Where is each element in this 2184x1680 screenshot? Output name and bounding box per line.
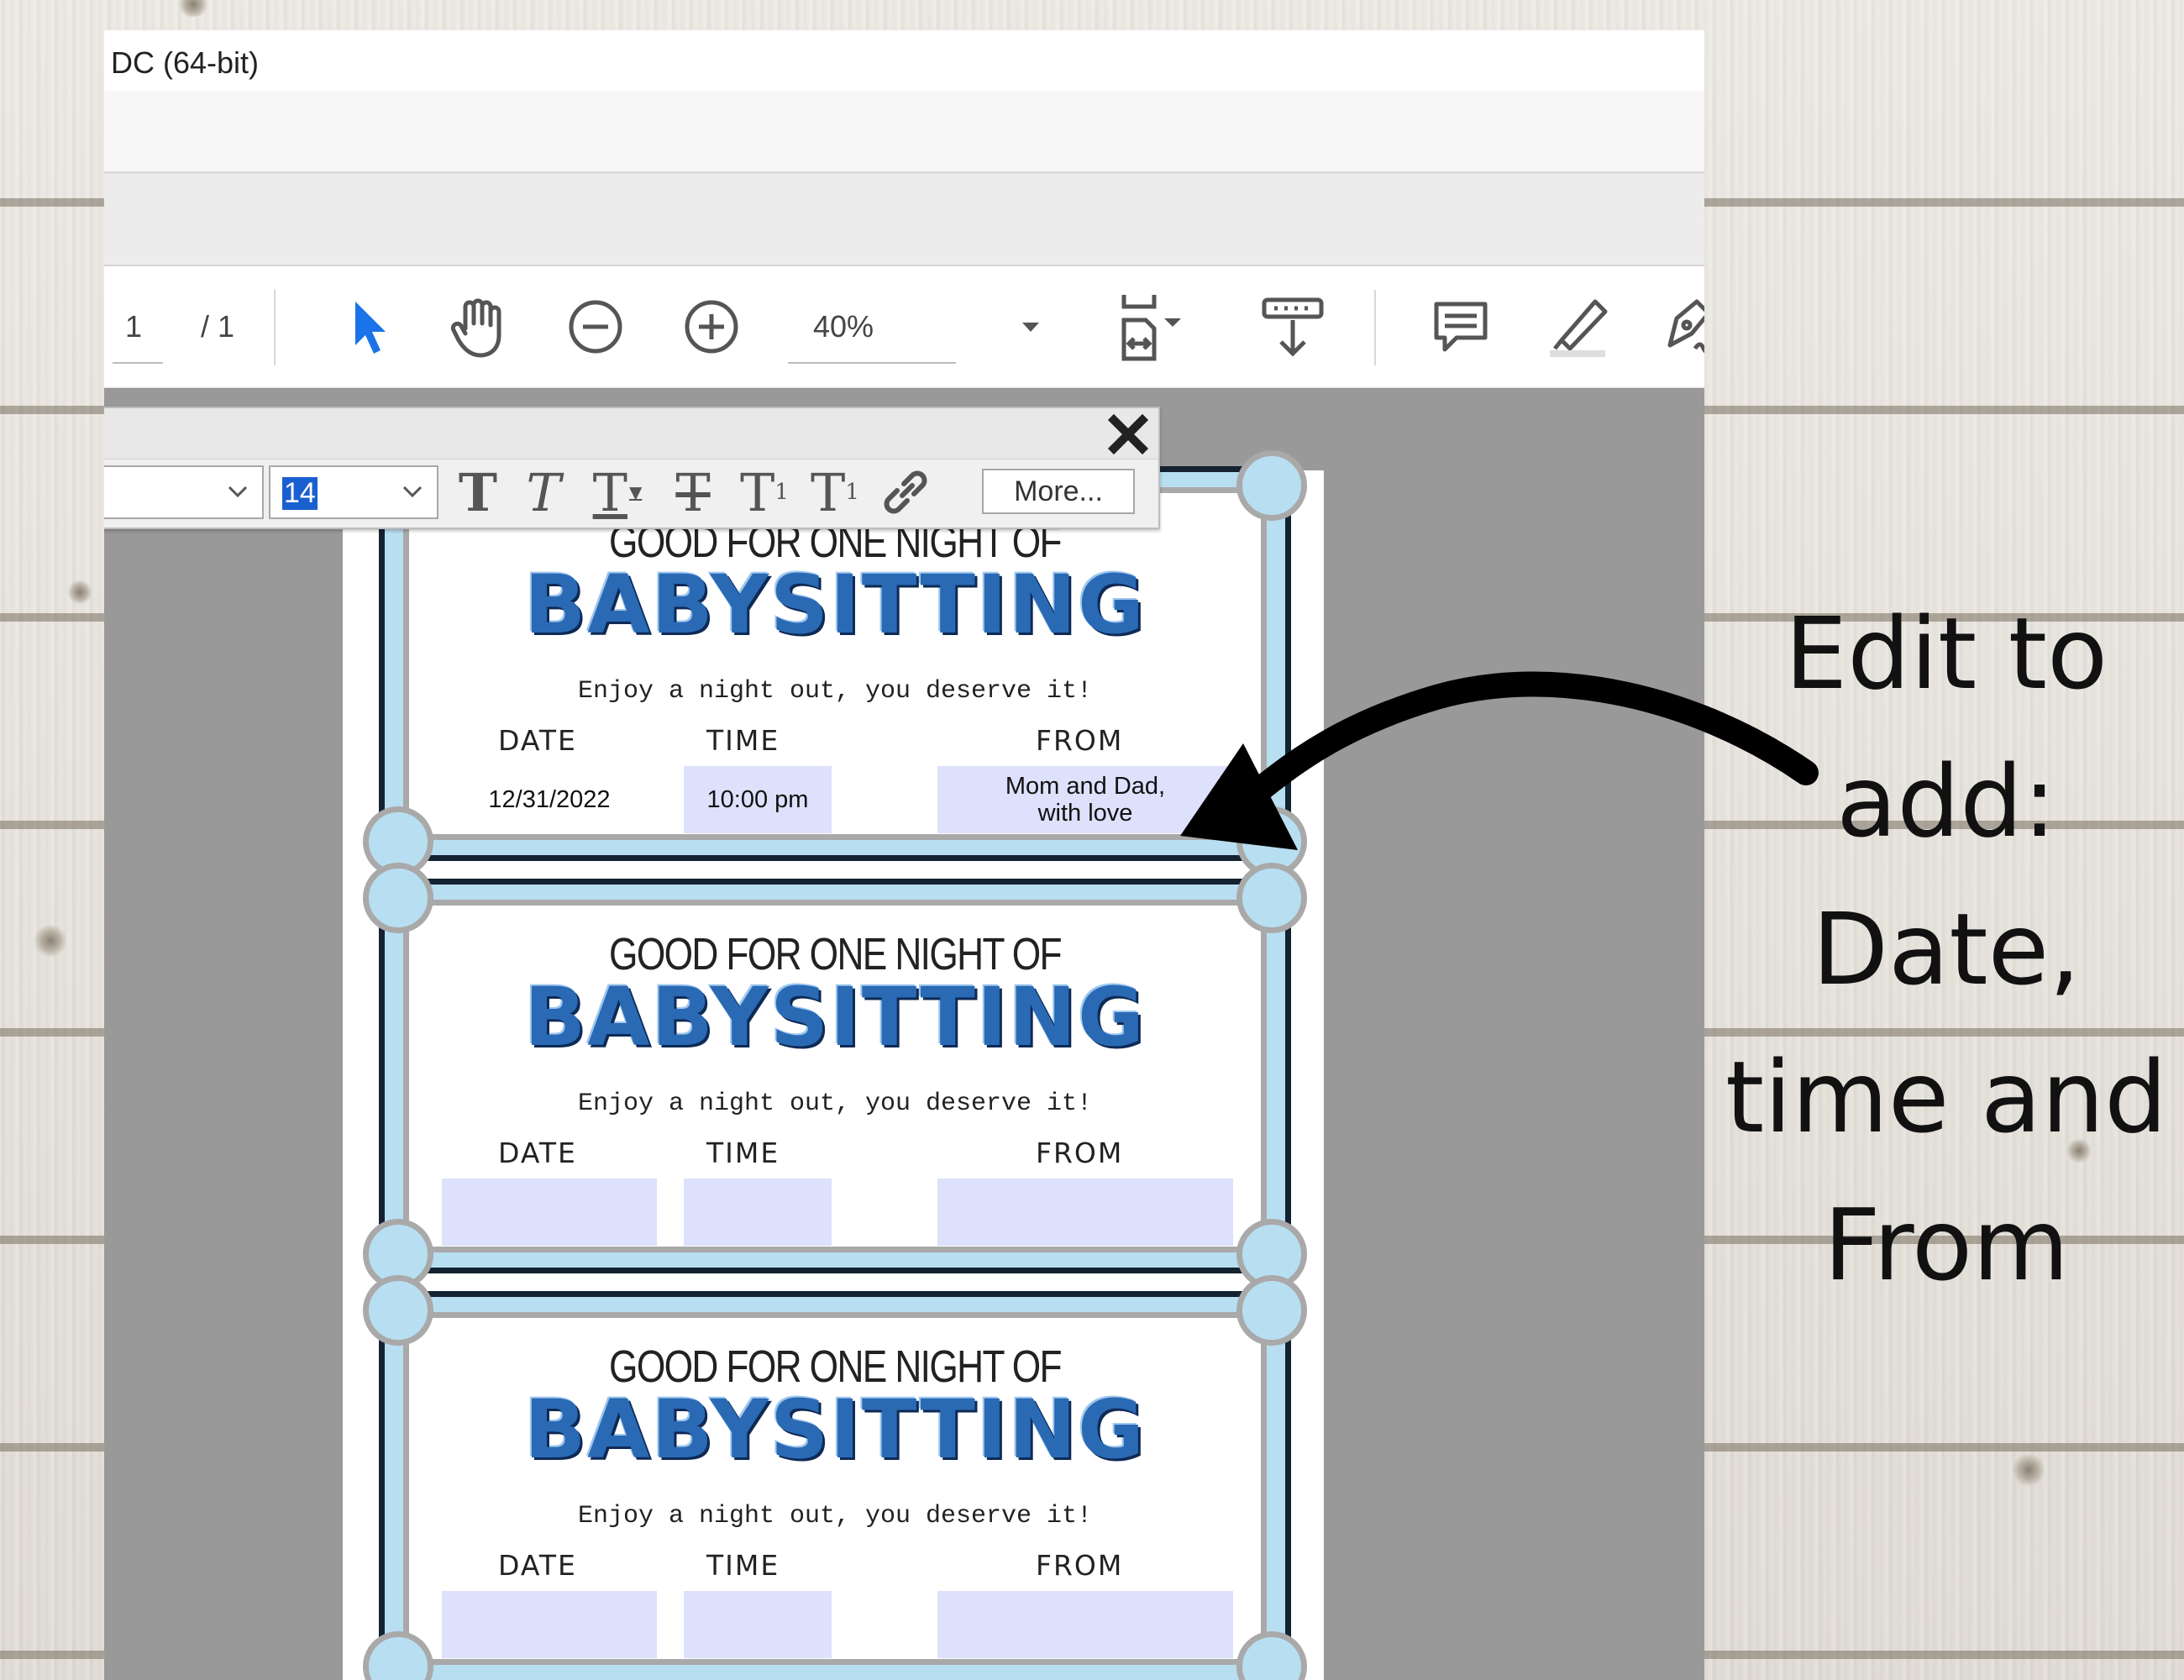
- date-field[interactable]: 12/31/2022: [442, 766, 657, 833]
- select-arrow-icon[interactable]: [327, 266, 411, 387]
- subscript-icon[interactable]: T1: [801, 462, 869, 523]
- wood-knot: [34, 924, 67, 958]
- from-field[interactable]: [937, 1591, 1233, 1658]
- date-label: DATE: [498, 724, 577, 757]
- date-value: 12/31/2022: [488, 786, 611, 813]
- zoom-in-icon[interactable]: [669, 266, 753, 387]
- ticket-subtitle: Enjoy a night out, you deserve it!: [577, 677, 1093, 706]
- more-button[interactable]: More...: [982, 469, 1135, 514]
- wood-knot: [176, 0, 210, 17]
- time-value: 10:00 pm: [706, 786, 809, 813]
- time-label: TIME: [706, 1137, 780, 1169]
- wood-knot: [67, 580, 92, 605]
- window-title: DC (64-bit): [111, 45, 260, 80]
- menu-bar: [104, 91, 1704, 174]
- ticket-subtitle: Enjoy a night out, you deserve it!: [577, 1089, 1093, 1118]
- comment-icon[interactable]: [1415, 266, 1507, 387]
- time-field[interactable]: [684, 1591, 832, 1658]
- ticket: GOOD FOR ONE NIGHT OF BABYSITTING Enjoy …: [363, 1275, 1307, 1680]
- time-field[interactable]: 10:00 pm: [684, 766, 832, 833]
- annotation-line: From: [1823, 1187, 2070, 1303]
- from-value-line1: Mom and Dad,: [1005, 773, 1166, 800]
- main-toolbar: 1 / 1 40%: [104, 266, 1704, 388]
- strikethrough-icon[interactable]: T: [664, 462, 722, 523]
- sign-icon[interactable]: [1646, 266, 1704, 387]
- ticket-title: BABYSITTING: [524, 970, 1146, 1064]
- underline-icon[interactable]: T ▼: [580, 462, 655, 523]
- ticket-title: BABYSITTING: [524, 558, 1146, 652]
- from-label: FROM: [1036, 1137, 1124, 1169]
- zoom-level-value: 40%: [813, 309, 874, 344]
- bold-icon[interactable]: T: [449, 462, 507, 523]
- page-number-input[interactable]: 1: [104, 266, 163, 387]
- from-value-line2: with love: [1037, 800, 1133, 827]
- text-format-toolbar: 14 T T T ▼ T T1 T1 More...: [104, 407, 1160, 529]
- time-field[interactable]: [684, 1179, 832, 1246]
- annotation-line: time and: [1725, 1039, 2168, 1155]
- italic-icon[interactable]: T: [514, 462, 573, 523]
- from-field[interactable]: [937, 1179, 1233, 1246]
- format-toolbar-header[interactable]: [104, 408, 1158, 459]
- fit-page-icon[interactable]: [1108, 266, 1200, 387]
- chevron-down-icon: [402, 486, 423, 498]
- date-label: DATE: [498, 1137, 577, 1169]
- ticket: GOOD FOR ONE NIGHT OF BABYSITTING Enjoy …: [363, 863, 1307, 1289]
- font-size-select[interactable]: 14: [269, 465, 438, 519]
- tab-bar: [104, 174, 1704, 266]
- date-field[interactable]: [442, 1591, 657, 1658]
- annotation-line: add:: [1836, 743, 2056, 859]
- toolbar-divider: [274, 290, 276, 365]
- chevron-down-icon: [228, 486, 248, 498]
- from-label: FROM: [1036, 1549, 1124, 1582]
- page-total: / 1: [171, 266, 264, 387]
- link-icon[interactable]: [874, 465, 937, 519]
- zoom-level-input[interactable]: 40%: [788, 266, 956, 387]
- date-label: DATE: [498, 1549, 577, 1582]
- highlight-icon[interactable]: [1532, 266, 1625, 387]
- annotation-line: Date,: [1812, 891, 2081, 1007]
- scroll-mode-icon[interactable]: [1247, 266, 1339, 387]
- zoom-dropdown-chevron-icon[interactable]: [1011, 266, 1050, 387]
- font-size-value: 14: [282, 477, 318, 510]
- time-label: TIME: [706, 724, 780, 757]
- hand-tool-icon[interactable]: [438, 266, 522, 387]
- superscript-icon[interactable]: T1: [731, 462, 798, 523]
- time-label: TIME: [706, 1549, 780, 1582]
- from-label: FROM: [1036, 724, 1124, 757]
- page-total-label: / 1: [200, 309, 235, 344]
- annotation-line: Edit to: [1784, 596, 2108, 711]
- toolbar-divider: [1374, 290, 1376, 365]
- ticket-title: BABYSITTING: [524, 1383, 1146, 1477]
- zoom-out-icon[interactable]: [554, 266, 638, 387]
- close-icon[interactable]: [1105, 412, 1152, 457]
- ticket-subtitle: Enjoy a night out, you deserve it!: [577, 1502, 1093, 1530]
- annotation-text: Edit to add: Date, time and From: [1709, 580, 2184, 1319]
- wood-knot: [2012, 1453, 2045, 1487]
- page-number-value: 1: [124, 309, 143, 344]
- title-bar: DC (64-bit): [104, 30, 1704, 91]
- date-field[interactable]: [442, 1179, 657, 1246]
- font-family-select[interactable]: [104, 465, 264, 519]
